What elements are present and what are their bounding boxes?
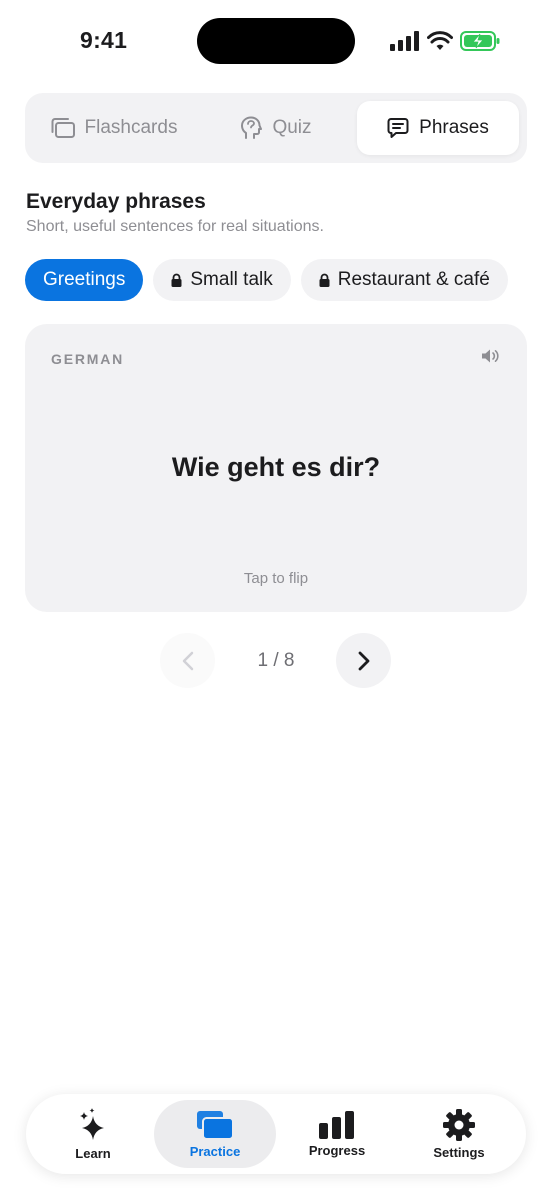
segment-flashcards-label: Flashcards [84, 117, 178, 138]
chip-greetings-label: Greetings [43, 269, 126, 290]
practice-mode-segmented-control: Flashcards Quiz Phrases [25, 93, 527, 163]
card-counter: 1 / 8 [257, 650, 295, 671]
segment-phrases[interactable]: Phrases [357, 101, 519, 155]
section-subtitle: Short, useful sentences for real situati… [26, 218, 324, 235]
bottom-tab-bar: Learn Practice Progress Settings [26, 1094, 526, 1174]
section-title: Everyday phrases [26, 190, 206, 213]
cellular-signal-icon [390, 31, 419, 51]
lock-icon [171, 273, 182, 287]
card-phrase: Wie geht es dir? [171, 452, 381, 482]
head-icon [241, 116, 263, 139]
dynamic-island [197, 18, 355, 64]
tab-settings-label: Settings [433, 1144, 485, 1160]
chip-small-talk[interactable]: Small talk [153, 259, 291, 301]
tab-progress[interactable]: Progress [276, 1100, 398, 1168]
next-card-button[interactable] [336, 633, 391, 688]
battery-charging-icon [460, 31, 500, 51]
tab-practice-label: Practice [189, 1143, 241, 1159]
tap-to-flip-hint: Tap to flip [243, 570, 309, 587]
segment-phrases-label: Phrases [419, 117, 489, 138]
phrase-card[interactable]: GERMAN Wie geht es dir? Tap to flip [25, 324, 527, 612]
category-chips: Greetings Small talk Restaurant & café [25, 259, 508, 301]
gear-icon [443, 1108, 475, 1141]
segment-flashcards[interactable]: Flashcards [33, 101, 195, 155]
speaker-icon [482, 349, 499, 363]
chevron-right-icon [358, 651, 369, 670]
chat-icon [387, 118, 409, 138]
chevron-left-icon [182, 651, 193, 670]
tab-learn[interactable]: Learn [32, 1100, 154, 1168]
status-bar: 9:41 [0, 0, 552, 80]
speaker-button[interactable] [481, 348, 501, 369]
cards-icon [197, 1110, 234, 1140]
bar-chart-icon [319, 1110, 354, 1139]
tab-progress-label: Progress [308, 1142, 366, 1158]
chip-greetings[interactable]: Greetings [25, 259, 144, 301]
chip-small-talk-label: Small talk [190, 269, 273, 290]
status-time: 9:41 [80, 27, 128, 53]
segment-quiz-label: Quiz [272, 117, 312, 138]
tab-settings[interactable]: Settings [398, 1100, 520, 1168]
lock-icon [319, 273, 330, 287]
tab-practice[interactable]: Practice [154, 1100, 276, 1168]
previous-card-button[interactable] [160, 633, 215, 688]
chip-restaurant-cafe[interactable]: Restaurant & café [300, 259, 508, 301]
flashcards-icon [51, 118, 75, 138]
chip-restaurant-cafe-label: Restaurant & café [337, 269, 490, 290]
card-language-label: GERMAN [51, 351, 125, 367]
tab-learn-label: Learn [75, 1145, 111, 1161]
sparkles-icon [80, 1107, 104, 1140]
wifi-icon [427, 31, 453, 50]
segment-quiz[interactable]: Quiz [195, 101, 357, 155]
status-icons [390, 29, 500, 53]
